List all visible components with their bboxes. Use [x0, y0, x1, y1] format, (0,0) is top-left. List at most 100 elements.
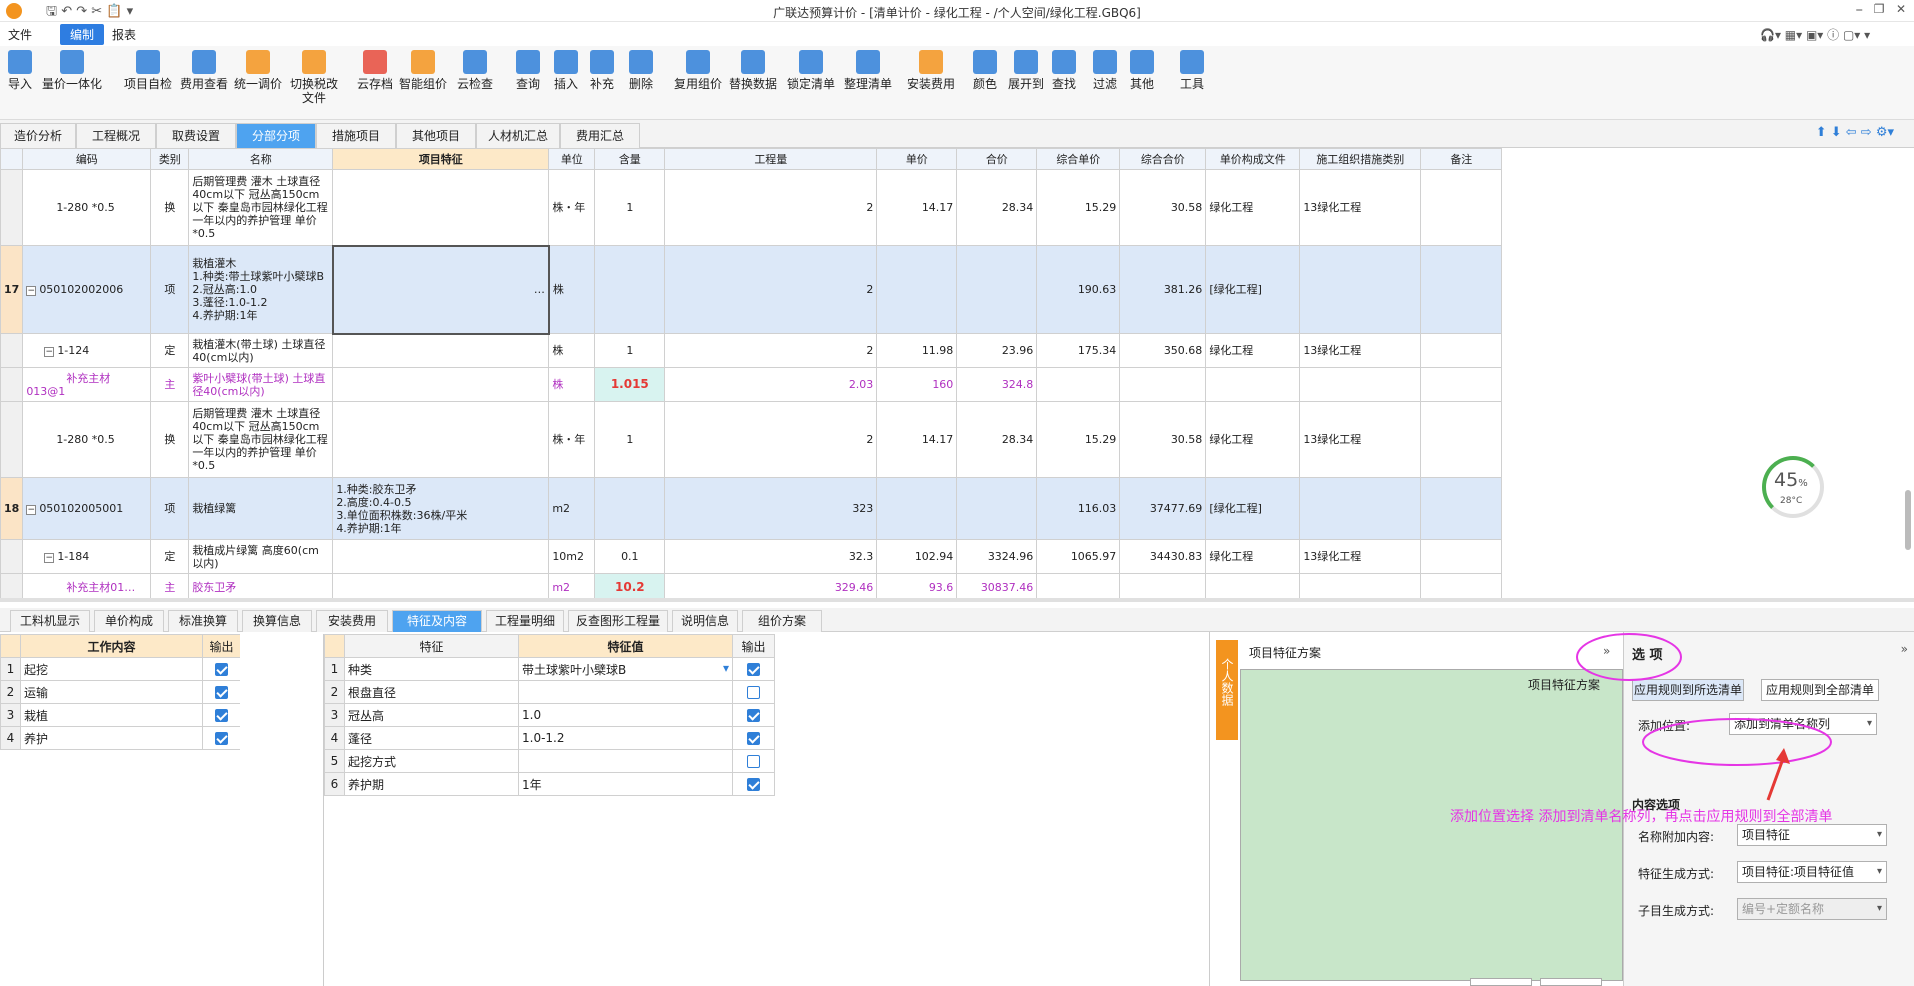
ribbon-21-button[interactable]: 查找 [1052, 50, 1076, 91]
ribbon-3-button[interactable]: 项目自检 [124, 50, 172, 91]
bottom-tab-4[interactable]: 换算信息 [242, 610, 312, 632]
personal-data-tab[interactable]: 个人数据 [1216, 640, 1238, 740]
output-checkbox[interactable] [732, 680, 775, 704]
col-header-9[interactable]: 合价 [956, 148, 1038, 170]
cell-11[interactable]: 350.68 [1119, 333, 1207, 368]
cell-1[interactable]: −050102002006 [22, 245, 152, 334]
bottom-tab-10[interactable]: 组价方案 [742, 610, 822, 632]
table-row[interactable]: 补充主材01… 主胶东卫矛 m2 10.2 329.46 93.6 30837.46 [0, 573, 1503, 598]
cell-3[interactable]: 紫叶小檗球(带土球) 土球直径40(cm以内) [188, 367, 334, 402]
collapse-toggle-icon[interactable]: − [44, 347, 55, 357]
feature-value[interactable]: 1.0-1.2 [518, 726, 733, 750]
cell-12[interactable] [1205, 573, 1301, 598]
cell-3[interactable]: 栽植灌木(带土球) 土球直径40(cm以内) [188, 333, 334, 368]
menu-report[interactable]: 报表 [112, 26, 136, 43]
list-item[interactable]: 2 根盘直径 [324, 680, 775, 704]
ribbon-8-button[interactable]: 智能组价 [399, 50, 447, 91]
ribbon-20-button[interactable]: 展开到 [1008, 50, 1044, 91]
table-row[interactable]: 17−050102002006 项栽植灌木 1.种类:带土球紫叶小檗球B 2.冠丛高:… [0, 244, 1503, 335]
cell-6[interactable] [594, 245, 666, 334]
feature-name[interactable]: 种类 [344, 657, 519, 681]
cell-3[interactable]: 后期管理费 灌木 土球直径40cm以下 冠丛高150cm以下 秦皇岛市园林绿化工… [188, 401, 334, 478]
cell-12[interactable]: 绿化工程 [1205, 333, 1301, 368]
bottom-tab-9[interactable]: 说明信息 [672, 610, 738, 632]
cell-12[interactable] [1205, 367, 1301, 402]
bottom-tab-1[interactable]: 工料机显示 [10, 610, 90, 632]
cell-6[interactable]: 1.015 [594, 367, 666, 402]
cell-5[interactable]: 株 [548, 245, 596, 334]
grid-scrollbar[interactable] [1905, 490, 1911, 550]
bottom-tab-3[interactable]: 标准换算 [168, 610, 238, 632]
cell-4[interactable] [332, 573, 550, 598]
menu-file[interactable]: 文件 [8, 26, 32, 43]
tab-1[interactable]: 造价分析 [0, 123, 76, 148]
feature-name[interactable]: 根盘直径 [344, 680, 519, 704]
col-header-5[interactable]: 单位 [548, 148, 596, 170]
col-header-1[interactable]: 编码 [22, 148, 152, 170]
cell-6[interactable]: 10.2 [594, 573, 666, 598]
cell-5[interactable]: 株 [548, 367, 596, 402]
cell-7[interactable]: 2 [664, 245, 878, 334]
cell-14[interactable] [1420, 539, 1503, 574]
cell-1[interactable]: 1-280 *0.5 [22, 169, 152, 246]
ribbon-22-button[interactable]: 过滤 [1093, 50, 1117, 91]
cell-14[interactable] [1420, 333, 1503, 368]
cell-10[interactable]: 116.03 [1036, 477, 1121, 540]
ribbon-24-button[interactable]: 工具 [1180, 50, 1204, 91]
feature-value[interactable]: 1.0 [518, 703, 733, 727]
cell-11[interactable] [1119, 367, 1207, 402]
cell-1[interactable]: −1-124 [22, 333, 152, 368]
cell-9[interactable]: 28.34 [956, 169, 1038, 246]
bottom-tab-8[interactable]: 反查图形工程量 [568, 610, 668, 632]
nav-arrows-icon[interactable]: ⬆ ⬇ ⇦ ⇨ ⚙▾ [1816, 125, 1894, 140]
table-row[interactable]: −1-124 定栽植灌木(带土球) 土球直径40(cm以内) 株 1 2 11.98 23.… [0, 333, 1503, 368]
cell-11[interactable]: 34430.83 [1119, 539, 1207, 574]
cell-13[interactable] [1299, 573, 1422, 598]
ribbon-5-button[interactable]: 统一调价 [234, 50, 282, 91]
ribbon-7-button[interactable]: 云存档 [357, 50, 393, 91]
cell-8[interactable]: 93.6 [876, 573, 958, 598]
cell-1[interactable]: 补充主材013@1 [22, 367, 152, 402]
output-checkbox[interactable] [732, 703, 775, 727]
col-header-11[interactable]: 综合合价 [1119, 148, 1207, 170]
cell-0[interactable] [0, 401, 24, 478]
tab-8[interactable]: 费用汇总 [560, 123, 640, 148]
performance-widget[interactable]: 45% 28°C [1762, 456, 1824, 518]
cell-0[interactable] [0, 367, 24, 402]
list-item[interactable]: 1 起挖 [0, 657, 241, 681]
cell-14[interactable] [1420, 477, 1503, 540]
cell-4[interactable] [332, 333, 550, 368]
feature-value[interactable] [518, 680, 733, 704]
cell-5[interactable]: 10m2 [548, 539, 596, 574]
list-item[interactable]: 3 冠丛高 1.0 [324, 703, 775, 727]
cell-12[interactable]: 绿化工程 [1205, 169, 1301, 246]
col-header-4[interactable]: 项目特征 [332, 148, 550, 170]
cell-2[interactable]: 主 [150, 367, 190, 402]
cell-2[interactable]: 项 [150, 477, 190, 540]
scheme-button-2[interactable] [1540, 978, 1602, 986]
ribbon-16-button[interactable]: 锁定清单 [787, 50, 835, 91]
cell-8[interactable]: 14.17 [876, 169, 958, 246]
cell-10[interactable]: 1065.97 [1036, 539, 1121, 574]
cell-0[interactable] [0, 333, 24, 368]
cell-12[interactable]: [绿化工程] [1205, 477, 1301, 540]
list-item[interactable]: 4 养护 [0, 726, 241, 750]
cell-4[interactable] [332, 539, 550, 574]
table-row[interactable]: −1-184 定栽植成片绿篱 高度60(cm以内) 10m2 0.1 32.3 102.9… [0, 539, 1503, 574]
col-header-8[interactable]: 单价 [876, 148, 958, 170]
cell-10[interactable]: 175.34 [1036, 333, 1121, 368]
menu-edit[interactable]: 编制 [60, 24, 105, 45]
list-item[interactable]: 6 养护期 1年 [324, 772, 775, 796]
ribbon-17-button[interactable]: 整理清单 [844, 50, 892, 91]
cell-1[interactable]: −1-184 [22, 539, 152, 574]
feature-gen-select[interactable]: 项目特征:项目特征值 [1737, 861, 1887, 883]
cell-0[interactable]: 17 [0, 245, 24, 334]
window-controls[interactable]: ⎯ ❐ ✕ [1856, 2, 1906, 17]
sub-gen-select[interactable]: 编号+定额名称 [1737, 898, 1887, 920]
cell-7[interactable]: 2.03 [664, 367, 878, 402]
ribbon-6-button[interactable]: 切换税改 文件 [290, 50, 338, 105]
ribbon-15-button[interactable]: 替换数据 [729, 50, 777, 91]
ribbon-23-button[interactable]: 其他 [1130, 50, 1154, 91]
tab-2[interactable]: 工程概况 [76, 123, 156, 148]
cell-2[interactable]: 项 [150, 245, 190, 334]
